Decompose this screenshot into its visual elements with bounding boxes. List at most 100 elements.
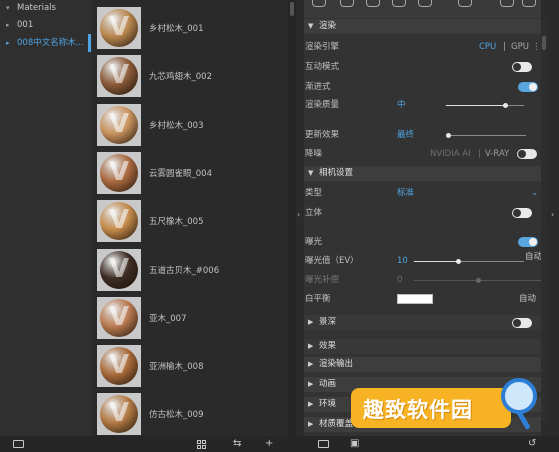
caret-right-icon[interactable]: ▶ bbox=[308, 417, 313, 432]
panel-splitter-right[interactable]: › bbox=[548, 0, 559, 436]
material-thumbnail[interactable] bbox=[97, 345, 141, 388]
filter-icon[interactable]: ⇆ bbox=[233, 438, 241, 450]
caret-down-icon[interactable]: ▼ bbox=[308, 19, 313, 34]
material-sphere-preview bbox=[100, 202, 138, 241]
section-title: 景深 bbox=[319, 317, 337, 327]
material-thumbnail[interactable] bbox=[97, 55, 141, 98]
ev-value[interactable]: 10 bbox=[397, 253, 408, 269]
tree-item-008[interactable]: ▸ 008中文名称木... bbox=[0, 35, 92, 51]
cube-icon[interactable] bbox=[366, 0, 380, 7]
open-folder-icon[interactable] bbox=[13, 440, 24, 448]
caret-right-icon[interactable]: ▶ bbox=[308, 397, 313, 412]
caret-down-icon[interactable]: ▾ bbox=[6, 0, 10, 16]
scrollbar-thumb[interactable] bbox=[542, 36, 546, 50]
material-item[interactable]: 亚木_007 bbox=[94, 294, 288, 342]
load-folder-icon[interactable] bbox=[318, 440, 329, 448]
progressive-toggle[interactable] bbox=[518, 82, 538, 92]
material-thumbnail[interactable] bbox=[97, 248, 141, 291]
material-thumbnail[interactable] bbox=[97, 103, 141, 146]
slider-handle[interactable] bbox=[503, 103, 508, 108]
material-thumbnail[interactable] bbox=[97, 296, 141, 339]
material-item[interactable]: 云雾圆雀眼_004 bbox=[94, 149, 288, 197]
material-name: 云雾圆雀眼_004 bbox=[149, 168, 212, 179]
toolbar-icon-2[interactable] bbox=[340, 0, 354, 7]
settings-scrollbar[interactable] bbox=[541, 20, 547, 420]
engine-cpu-option[interactable]: CPU bbox=[479, 39, 496, 55]
save-icon[interactable]: ▣ bbox=[350, 438, 359, 450]
caret-right-icon[interactable]: ▸ bbox=[6, 35, 10, 51]
settings-tab-icon[interactable] bbox=[458, 0, 472, 7]
stereo-toggle[interactable] bbox=[512, 208, 532, 218]
material-thumbnail[interactable] bbox=[97, 393, 141, 436]
slider-handle[interactable] bbox=[476, 278, 481, 283]
camera-type-row: 类型 标准 ⌄ bbox=[304, 185, 541, 201]
toolbar-icon-5[interactable] bbox=[418, 0, 432, 7]
scrollbar-thumb[interactable] bbox=[290, 2, 294, 16]
comp-value[interactable]: 0 bbox=[397, 272, 402, 288]
undo-icon[interactable]: ↺ bbox=[528, 438, 536, 450]
material-thumbnail[interactable] bbox=[97, 200, 141, 243]
section-effects[interactable]: ▶ 效果 bbox=[304, 339, 541, 354]
divider: | bbox=[503, 42, 506, 52]
section-render[interactable]: ▼ 渲染 bbox=[304, 19, 541, 34]
section-camera[interactable]: ▼ 相机设置 bbox=[304, 166, 541, 181]
section-dof[interactable]: ▶ 景深 bbox=[304, 315, 541, 330]
material-item[interactable]: 乡村松木_001 bbox=[94, 4, 288, 52]
caret-right-icon[interactable]: ▶ bbox=[308, 339, 313, 354]
slider-handle[interactable] bbox=[446, 133, 451, 138]
exposure-toggle[interactable] bbox=[518, 237, 538, 247]
denoise-toggle[interactable] bbox=[517, 149, 537, 159]
caret-down-icon[interactable]: ▼ bbox=[308, 166, 313, 181]
label: 降噪 bbox=[305, 149, 323, 159]
dof-toggle[interactable] bbox=[512, 318, 532, 328]
tree-item-001[interactable]: ▸ 001 bbox=[0, 17, 92, 33]
camera-tab-icon[interactable] bbox=[500, 0, 514, 7]
wb-auto-label[interactable]: 自动 bbox=[519, 291, 536, 307]
material-item[interactable]: 五尺橡木_005 bbox=[94, 197, 288, 245]
material-item[interactable]: 乡村松木_003 bbox=[94, 101, 288, 149]
comp-slider[interactable] bbox=[414, 278, 542, 283]
chevron-right-icon[interactable]: › bbox=[551, 210, 554, 219]
material-item[interactable]: 亚洲榆木_008 bbox=[94, 342, 288, 390]
white-balance-swatch[interactable] bbox=[397, 294, 433, 304]
chevron-down-icon[interactable]: ⌄ bbox=[531, 185, 538, 201]
toolbar-icon-1[interactable] bbox=[312, 0, 326, 7]
material-item[interactable]: 仿古松木_009 bbox=[94, 390, 288, 438]
caret-right-icon[interactable]: ▶ bbox=[308, 357, 313, 372]
caret-right-icon[interactable]: ▶ bbox=[308, 377, 313, 392]
denoise-vray-option[interactable]: V-RAY bbox=[485, 146, 509, 162]
engine-gpu-option[interactable]: GPU bbox=[511, 39, 529, 55]
update-slider[interactable] bbox=[446, 133, 526, 138]
tree-item-materials[interactable]: ▾ Materials bbox=[0, 0, 92, 16]
section-render-output[interactable]: ▶ 渲染输出 bbox=[304, 357, 541, 372]
grid-view-icon[interactable] bbox=[197, 440, 206, 449]
material-thumbnail[interactable] bbox=[97, 7, 141, 49]
render-quality-row: 渲染质量 中 bbox=[304, 97, 541, 113]
label: 白平衡 bbox=[305, 294, 331, 304]
chevron-right-icon[interactable]: › bbox=[297, 210, 300, 219]
add-icon[interactable]: + bbox=[265, 438, 273, 450]
interactive-mode-toggle[interactable] bbox=[512, 62, 532, 72]
ev-slider[interactable] bbox=[414, 259, 524, 264]
render-settings-panel: ▼ 渲染 渲染引擎 CPU | GPU ⋮ 互动模式 渐进式 渲染质量 中 更新… bbox=[304, 0, 542, 436]
toolbar-icon-8[interactable] bbox=[522, 0, 536, 7]
slider-handle[interactable] bbox=[456, 259, 461, 264]
material-item[interactable]: 五道古贝木_#006 bbox=[94, 246, 288, 294]
material-item[interactable]: 九芯鸡翅木_002 bbox=[94, 52, 288, 100]
quality-slider[interactable] bbox=[446, 103, 524, 108]
caret-right-icon[interactable]: ▸ bbox=[6, 17, 10, 33]
caret-right-icon[interactable]: ▶ bbox=[308, 315, 313, 330]
denoise-nvidia-option[interactable]: NVIDIA AI bbox=[430, 146, 471, 162]
ev-auto-label[interactable]: 自动 bbox=[525, 249, 542, 265]
label: 渐进式 bbox=[305, 82, 331, 92]
material-thumbnail[interactable] bbox=[97, 151, 141, 194]
section-title: 材质覆盖 bbox=[319, 419, 354, 429]
panel-splitter-left[interactable]: › bbox=[296, 0, 304, 436]
top-toolbar bbox=[304, 0, 541, 18]
tree-item-label: Materials bbox=[17, 3, 56, 13]
material-name: 九芯鸡翅木_002 bbox=[149, 72, 212, 83]
more-icon[interactable]: ⋮ bbox=[532, 39, 541, 55]
camera-type-select[interactable]: 标准 bbox=[397, 185, 414, 201]
toolbar-icon-4[interactable] bbox=[392, 0, 406, 7]
material-list-scrollbar[interactable] bbox=[288, 0, 296, 436]
